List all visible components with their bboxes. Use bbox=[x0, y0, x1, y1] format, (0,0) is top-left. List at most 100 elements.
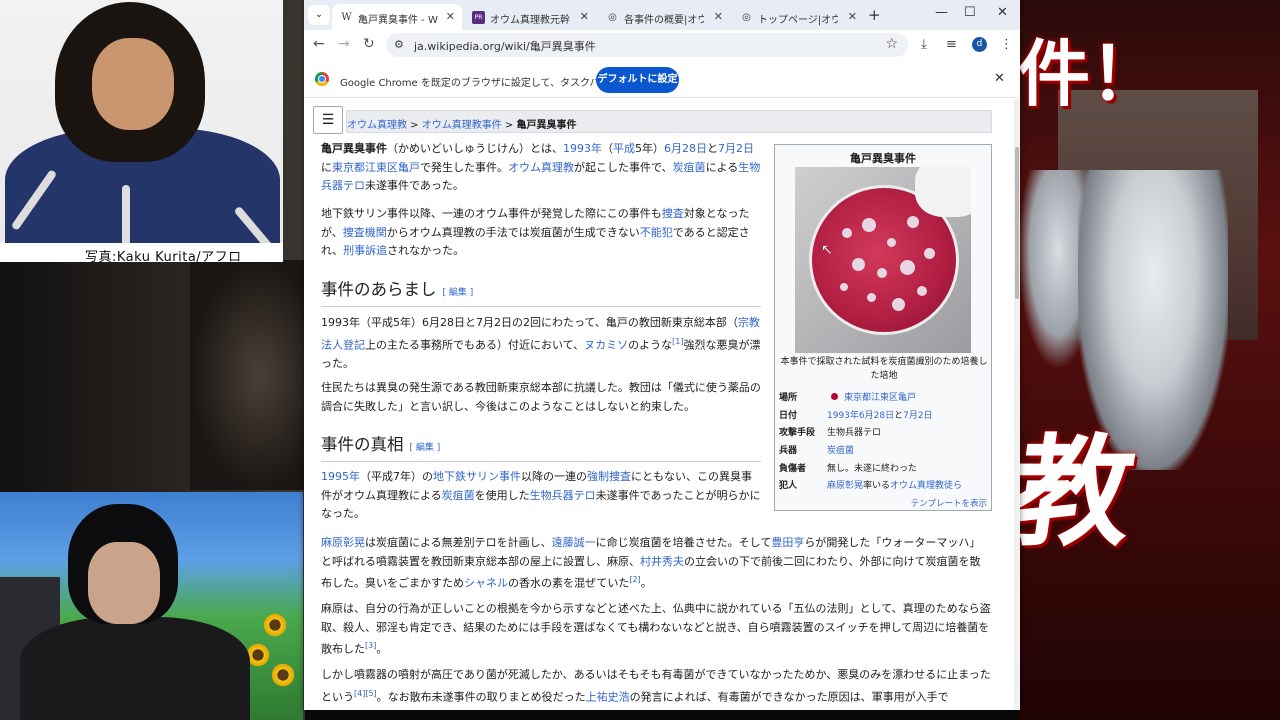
headline-text-bottom: 教 bbox=[1018, 424, 1143, 563]
infobar-close-icon[interactable]: ✕ bbox=[994, 71, 1005, 86]
link-forced-search[interactable]: 強制捜査 bbox=[587, 470, 631, 483]
infobox-row-injured: 負傷者 無し。未遂に終わった bbox=[779, 458, 989, 476]
link-chanel[interactable]: シャネル bbox=[464, 577, 508, 590]
edit-section-link[interactable]: [ 編集 ] bbox=[410, 443, 441, 453]
row-label: 日付 bbox=[779, 410, 798, 421]
text: （かめいどいしゅうじけん）とは、 bbox=[387, 142, 563, 155]
tab-pr-times[interactable]: PR オウム真理教元幹部, 死 ✕ bbox=[464, 4, 596, 30]
link-heisei[interactable]: 平成 bbox=[613, 142, 635, 155]
reload-icon[interactable]: ↻ bbox=[363, 36, 375, 52]
link-kameido[interactable]: 東京都江東区亀戸 bbox=[844, 393, 916, 403]
link-kameido[interactable]: 東京都江東区亀戸 bbox=[332, 161, 420, 174]
text: 1993年（平成5年）6月28日と7月2日の2回にわたって、亀戸の教団新東京総本… bbox=[321, 316, 738, 329]
back-icon[interactable]: ← bbox=[313, 36, 325, 52]
maximize-button[interactable]: ☐ bbox=[964, 5, 976, 20]
bacterial-colony bbox=[867, 293, 876, 302]
profile-avatar[interactable]: d bbox=[972, 37, 987, 52]
forward-icon[interactable]: → bbox=[338, 36, 350, 52]
tab-incident-overview[interactable]: ◎ 各事件の概要|オウム真 ✕ bbox=[598, 4, 730, 30]
link-asahara[interactable]: 麻原彰晃 bbox=[827, 481, 863, 491]
reference-link[interactable]: [4][5] bbox=[354, 689, 377, 698]
text: （ bbox=[602, 142, 613, 155]
link-sarin-attack[interactable]: 地下鉄サリン事件 bbox=[433, 470, 521, 483]
breadcrumb-link-cult[interactable]: オウム真理教 bbox=[347, 120, 407, 131]
set-default-button[interactable]: デフォルトに設定 bbox=[596, 67, 679, 93]
petri-dish-image[interactable] bbox=[795, 167, 971, 353]
menu-kebab-icon[interactable]: ⋮ bbox=[1000, 37, 1013, 52]
mouse-cursor-icon: ↖ bbox=[821, 242, 833, 258]
text: の香水の素を混ぜ bbox=[508, 576, 597, 590]
tab-search-button[interactable]: ⌄ bbox=[308, 5, 330, 25]
download-icon[interactable]: ⤓ bbox=[921, 37, 927, 52]
infobox-row-culprit: 犯人 麻原彰晃率いるオウム真理教徒ら bbox=[779, 476, 989, 494]
row-label: 負傷者 bbox=[779, 463, 807, 474]
reference-link[interactable]: [1] bbox=[672, 337, 683, 346]
infobox-row-place: 場所 東京都江東区亀戸 bbox=[779, 388, 989, 406]
link-aum[interactable]: オウム真理教 bbox=[508, 161, 574, 174]
default-browser-infobar: Google Chrome を既定のブラウザに設定して、タスクバーに固定する デ… bbox=[304, 62, 1020, 98]
webcam-person-body bbox=[20, 617, 250, 720]
link-prosecution[interactable]: 刑事訴追 bbox=[343, 244, 387, 257]
link-june-28[interactable]: 6月28日 bbox=[664, 142, 707, 155]
page-scrollbar[interactable] bbox=[1014, 99, 1020, 710]
show-template-link[interactable]: テンプレートを表示 bbox=[775, 497, 987, 509]
text: に bbox=[321, 160, 332, 174]
link-investigation[interactable]: 捜査 bbox=[662, 207, 684, 220]
link-july-2[interactable]: 7月2日 bbox=[718, 142, 754, 155]
link-1995[interactable]: 1995年 bbox=[321, 470, 360, 483]
close-icon[interactable]: ✕ bbox=[580, 10, 589, 23]
close-icon[interactable]: ✕ bbox=[446, 10, 455, 23]
tab-wikipedia[interactable]: W 亀戸異臭事件 - Wikipe ✕ bbox=[332, 4, 462, 30]
link-bioterror[interactable]: 生物兵器テロ bbox=[530, 489, 596, 502]
media-control-icon[interactable]: ≡ bbox=[946, 37, 957, 52]
tab-label: 亀戸異臭事件 - Wikipe bbox=[358, 15, 438, 26]
text: 地下鉄サリン事件以降、一連のオウム事件が発覚した際にこの事件も bbox=[321, 207, 662, 220]
minimize-button[interactable]: — bbox=[935, 5, 948, 20]
link-toyoda[interactable]: 豊田亨 bbox=[771, 536, 804, 549]
link-anthrax[interactable]: 炭疽菌 bbox=[442, 489, 475, 502]
bacterial-colony bbox=[892, 298, 905, 311]
headline-text-top: 件！ bbox=[1018, 32, 1163, 116]
link-murai[interactable]: 村井秀夫 bbox=[640, 555, 684, 568]
link-1993[interactable]: 1993年 bbox=[563, 142, 602, 155]
sunflower-icon bbox=[270, 662, 296, 688]
edit-section-link[interactable]: [ 編集 ] bbox=[443, 288, 474, 298]
breadcrumb-link-incidents[interactable]: オウム真理教事件 bbox=[422, 120, 502, 131]
close-window-button[interactable]: ✕ bbox=[997, 5, 1008, 20]
paragraph: しかし噴霧器の噴射が高圧であり菌が死滅したか、あるいはそもそも有毒菌ができていな… bbox=[321, 666, 991, 707]
wikipedia-icon: W bbox=[341, 12, 352, 23]
link-asahara[interactable]: 麻原彰晃 bbox=[321, 536, 365, 549]
link-anthrax[interactable]: 炭疽菌 bbox=[827, 446, 854, 456]
infobox-caption: 本事件で採取された試料を炭疽菌識別のため培養した培地 bbox=[780, 357, 988, 381]
table-of-contents-icon[interactable]: ☰ bbox=[313, 106, 343, 134]
new-tab-button[interactable]: + bbox=[868, 6, 881, 24]
link-anthrax[interactable]: 炭疽菌 bbox=[673, 161, 706, 174]
tab-label: トップページ|オウム真理教 bbox=[758, 15, 838, 26]
address-bar[interactable]: ⚙ ja.wikipedia.org/wiki/亀戸異臭事件 ☆ bbox=[386, 33, 908, 57]
breadcrumb-separator: > bbox=[501, 120, 517, 131]
link-impossible-crime[interactable]: 不能犯 bbox=[640, 226, 673, 239]
infobox-table: 場所 東京都江東区亀戸 日付 1993年6月28日と7月2日 攻撃手段 生物兵器テロ … bbox=[779, 388, 989, 494]
link-investigative-agency[interactable]: 捜査機関 bbox=[343, 226, 387, 239]
link-aum-members[interactable]: オウム真理教徒ら bbox=[890, 481, 962, 491]
text: 麻原は、自分の行為が正しいことの根拠を今から示すなどと述べた上、仏典中に説かれて… bbox=[321, 602, 991, 656]
streamer-webcam bbox=[0, 492, 303, 720]
close-icon[interactable]: ✕ bbox=[848, 10, 857, 23]
bookmark-star-icon[interactable]: ☆ bbox=[885, 36, 898, 52]
row-label: 犯人 bbox=[779, 481, 798, 492]
link-date1[interactable]: 1993年6月28日 bbox=[827, 411, 894, 421]
reference-link[interactable]: [3] bbox=[365, 641, 376, 650]
close-icon[interactable]: ✕ bbox=[714, 10, 723, 23]
japan-flag-icon bbox=[831, 393, 838, 401]
link-endo[interactable]: 遠藤誠一 bbox=[552, 536, 596, 549]
tab-top-page[interactable]: ◎ トップページ|オウム真理教 ✕ bbox=[732, 4, 864, 30]
link-joyu[interactable]: 上祐史浩 bbox=[586, 690, 630, 703]
scrollbar-thumb[interactable] bbox=[1015, 147, 1019, 299]
text: 5年） bbox=[635, 142, 664, 155]
link-date2[interactable]: 7月2日 bbox=[903, 411, 932, 421]
link-nukamiso[interactable]: ヌカミソ bbox=[584, 338, 628, 351]
background-face-image bbox=[190, 260, 305, 490]
photo-credit: 写真:Kaku Kurita/アフロ bbox=[85, 250, 242, 265]
site-info-icon[interactable]: ⚙ bbox=[394, 38, 404, 51]
reference-link[interactable]: [2] bbox=[629, 575, 640, 584]
